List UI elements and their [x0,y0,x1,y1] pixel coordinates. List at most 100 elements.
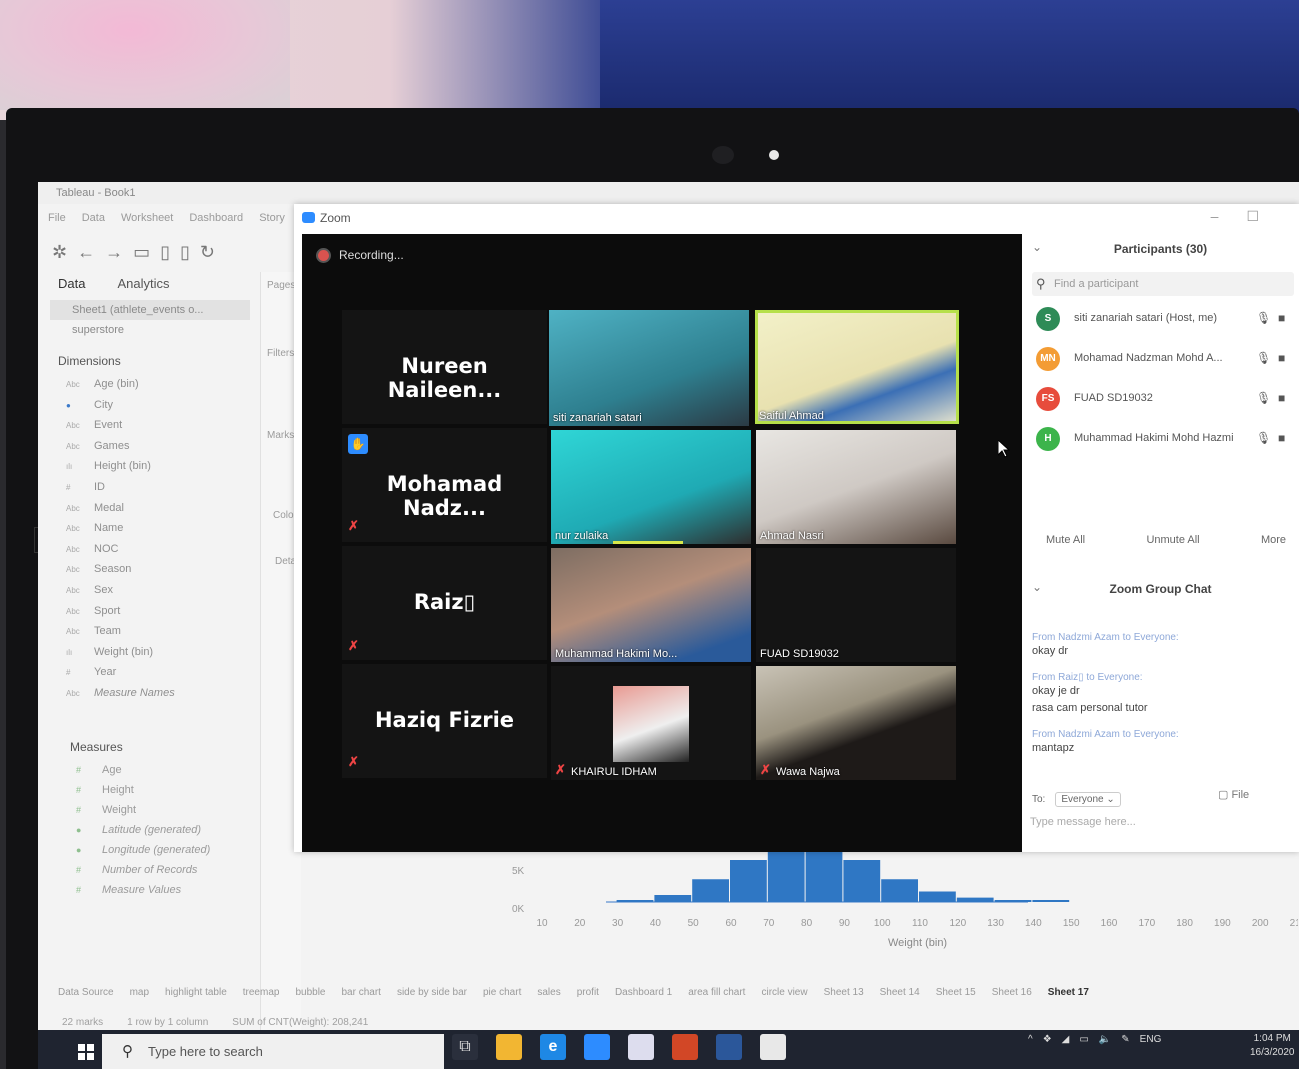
video-tile[interactable]: ✗ Wawa Najwa [756,666,956,780]
measure-field[interactable]: ● Longitude (generated) [76,840,210,860]
dimension-field[interactable]: Abc Season [66,559,175,580]
minimize-icon[interactable]: – [1211,208,1219,225]
sheet-tab[interactable]: sales [537,987,560,998]
microphone-icon[interactable]: 🎙 [1256,431,1271,445]
sheet-tab[interactable]: area fill chart [688,987,745,998]
video-tile[interactable]: ✗ KHAIRUL IDHAM [551,666,751,780]
histogram-bar[interactable] [805,849,843,903]
sheet-tab[interactable]: Sheet 13 [824,987,864,998]
menu-worksheet[interactable]: Worksheet [121,212,173,224]
histogram-bar[interactable] [654,895,692,902]
measure-field[interactable]: # Age [76,760,210,780]
video-tile[interactable]: Ahmad Nasri [756,430,956,544]
file-explorer-icon[interactable] [496,1034,522,1060]
refresh-icon[interactable]: ↻ [200,242,215,263]
dimension-field[interactable]: Abc Sex [66,580,175,601]
measure-field[interactable]: # Number of Records [76,860,210,880]
dimension-field[interactable]: Abc Event [66,415,175,436]
powerpoint-icon[interactable] [672,1034,698,1060]
sheet-tab[interactable]: bubble [295,987,325,998]
sheet-tab[interactable]: highlight table [165,987,227,998]
menu-story[interactable]: Story [259,212,285,224]
mute-all-button[interactable]: Mute All [1046,534,1085,546]
measure-field[interactable]: # Measure Values [76,880,210,900]
dimension-field[interactable]: ılı Height (bin) [66,456,175,477]
data-source-tab[interactable]: Data Source [58,987,114,998]
video-tile-active-speaker[interactable]: Saiful Ahmad [755,310,959,424]
microphone-icon[interactable]: 🎙 [1256,311,1271,325]
sheet-tab[interactable]: Dashboard 1 [615,987,672,998]
word-icon[interactable] [716,1034,742,1060]
histogram-bar[interactable] [881,879,918,902]
participant-row[interactable]: FS FUAD SD19032 🎙 ■ [1036,384,1298,414]
sheet-tab[interactable]: Sheet 14 [880,987,920,998]
dropbox-icon[interactable]: ❖ [1043,1034,1052,1045]
dimension-field[interactable]: # Year [66,662,175,683]
task-view-icon[interactable]: ⧉ [452,1034,478,1060]
sheet-tab[interactable]: circle view [761,987,807,998]
sheet-tab[interactable]: pie chart [483,987,521,998]
chevron-up-icon[interactable]: ^ [1028,1034,1033,1045]
tableau-logo-icon[interactable]: ✲ [52,242,67,263]
data-source-item[interactable]: Sheet1 (athlete_events o... [50,300,250,320]
undo-icon[interactable]: ← [77,242,95,263]
dimension-field[interactable]: ılı Weight (bin) [66,642,175,663]
menu-data[interactable]: Data [82,212,105,224]
measure-field[interactable]: # Weight [76,800,210,820]
histogram-bar[interactable] [994,900,1032,902]
histogram-bar[interactable] [730,860,767,902]
camera-icon[interactable]: ■ [1278,351,1285,365]
sheet-tab[interactable]: Sheet 17 [1048,987,1089,998]
file-button[interactable]: ▢ File [1218,788,1249,801]
participant-row[interactable]: H Muhammad Hakimi Mohd Hazmi 🎙 ■ [1036,424,1298,454]
histogram-bar[interactable] [843,860,881,902]
language-indicator[interactable]: ENG [1140,1034,1162,1045]
maximize-icon[interactable]: ☐ [1246,208,1259,225]
sheet-tab[interactable]: treemap [243,987,280,998]
name-tile[interactable]: Nureen Naileen... [342,310,547,424]
windows-start-icon[interactable] [78,1044,94,1060]
histogram-bar[interactable] [616,900,654,902]
sheet-tab[interactable]: Sheet 16 [992,987,1032,998]
histogram-bar[interactable] [956,897,994,902]
unmute-all-button[interactable]: Unmute All [1146,534,1199,546]
sheet-tab[interactable]: bar chart [341,987,380,998]
participant-row[interactable]: Ssiti zanariah satari (Host, me) 🎙 ■ [1036,304,1298,334]
histogram-bar[interactable] [692,879,729,902]
sheet-tab[interactable]: profit [577,987,599,998]
menu-file[interactable]: File [48,212,66,224]
dimension-field[interactable]: ● City [66,395,175,416]
dimension-field[interactable]: Abc Measure Names [66,683,175,704]
name-tile[interactable]: Haziq Fizrie ✗ [342,664,547,778]
sheet-tab[interactable]: map [130,987,149,998]
volume-icon[interactable]: 🔈 [1099,1034,1111,1045]
tab-data[interactable]: Data [38,276,97,291]
pause-updates-icon[interactable]: ▯ [180,242,190,263]
dimension-field[interactable]: Abc Age (bin) [66,374,175,395]
camera-icon[interactable]: ■ [1278,311,1285,325]
dimension-field[interactable]: Abc NOC [66,539,175,560]
video-tile[interactable]: nur zulaika [551,430,751,544]
dimension-field[interactable]: Abc Name [66,518,175,539]
menu-dashboard[interactable]: Dashboard [189,212,243,224]
camera-icon[interactable]: ■ [1278,431,1285,445]
sheet-tab[interactable]: Sheet 15 [936,987,976,998]
histogram-bar[interactable] [1032,900,1070,902]
taskbar-search-input[interactable]: Type here to search [102,1034,444,1069]
taskbar-clock[interactable]: 1:04 PM 16/3/2020 [1250,1032,1295,1060]
save-icon[interactable]: ▭ [133,242,150,263]
battery-icon[interactable]: ▭ [1079,1034,1088,1045]
dimension-field[interactable]: # ID [66,477,175,498]
pen-icon[interactable]: ✎ [1121,1034,1129,1045]
new-datasource-icon[interactable]: ▯ [160,242,170,263]
camera-icon[interactable]: ■ [1278,391,1285,405]
name-tile[interactable]: ✋ Mohamad Nadz... ✗ [342,428,547,542]
sheet-tab[interactable]: side by side bar [397,987,467,998]
video-tile-camera-off[interactable]: FUAD SD19032 [756,548,956,662]
zoom-app-icon[interactable] [584,1034,610,1060]
tab-analytics[interactable]: Analytics [97,276,181,291]
name-tile[interactable]: Raiz▯ ✗ [342,546,547,660]
measure-field[interactable]: # Height [76,780,210,800]
measure-field[interactable]: ● Latitude (generated) [76,820,210,840]
dimension-field[interactable]: Abc Games [66,436,175,457]
